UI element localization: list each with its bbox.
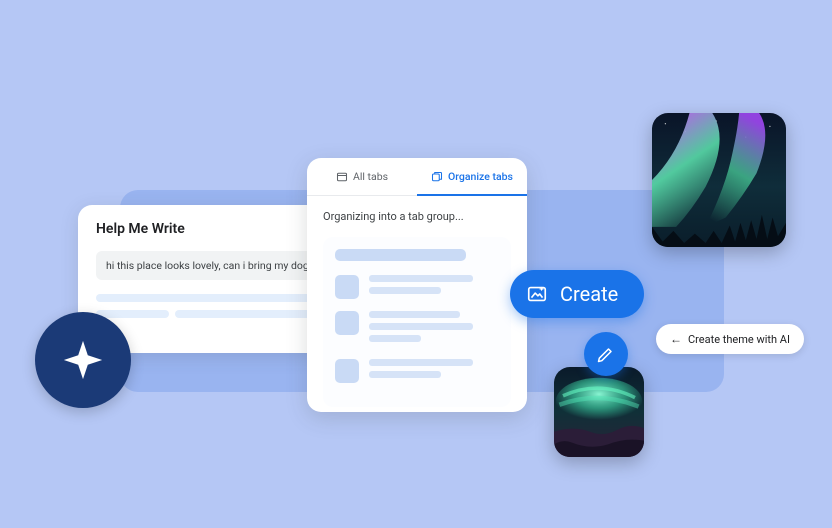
ai-spark-badge — [35, 312, 131, 408]
create-theme-pill[interactable]: ← Create theme with AI — [656, 324, 804, 354]
skeleton-row — [96, 310, 340, 318]
skeleton-line — [369, 323, 473, 330]
skeleton-row — [96, 294, 340, 302]
tab-item-skeleton — [335, 311, 499, 347]
skeleton-line — [369, 335, 421, 342]
spark-icon — [60, 337, 106, 383]
aurora-image-small — [554, 367, 644, 457]
tab-all-tabs[interactable]: All tabs — [307, 158, 417, 195]
create-button[interactable]: Create — [510, 270, 644, 318]
arrow-left-icon: ← — [670, 332, 682, 346]
create-theme-label: Create theme with AI — [688, 333, 790, 346]
tab-item-skeleton — [335, 275, 499, 299]
skeleton-line — [369, 371, 441, 378]
tab-thumb-skeleton — [335, 275, 359, 299]
tab-organize-tabs[interactable]: Organize tabs — [417, 158, 527, 195]
tab-all-label: All tabs — [353, 170, 388, 183]
pencil-icon — [596, 344, 616, 364]
tab-icon — [336, 171, 348, 183]
tab-thumb-skeleton — [335, 311, 359, 335]
skeleton-line — [369, 359, 473, 366]
help-me-write-title: Help Me Write — [96, 221, 340, 237]
edit-button[interactable] — [584, 332, 628, 376]
organize-tabs-header: All tabs Organize tabs — [307, 158, 527, 196]
tab-organize-label: Organize tabs — [448, 170, 513, 183]
organize-icon — [431, 171, 443, 183]
aurora-image-large — [652, 113, 786, 247]
tab-thumb-skeleton — [335, 359, 359, 383]
tab-item-skeleton — [335, 359, 499, 383]
skeleton-line — [96, 310, 169, 318]
group-title-skeleton — [335, 249, 466, 261]
skeleton-line — [96, 294, 340, 302]
organize-status-text: Organizing into a tab group... — [323, 210, 511, 223]
tab-group-preview — [323, 237, 511, 407]
create-image-icon — [526, 283, 548, 305]
skeleton-line — [369, 287, 441, 294]
create-button-label: Create — [560, 282, 618, 306]
skeleton-line — [369, 275, 473, 282]
organize-tabs-card: All tabs Organize tabs Organizing into a… — [307, 158, 527, 412]
skeleton-line — [369, 311, 460, 318]
help-me-write-input[interactable]: hi this place looks lovely, can i bring … — [96, 251, 340, 280]
